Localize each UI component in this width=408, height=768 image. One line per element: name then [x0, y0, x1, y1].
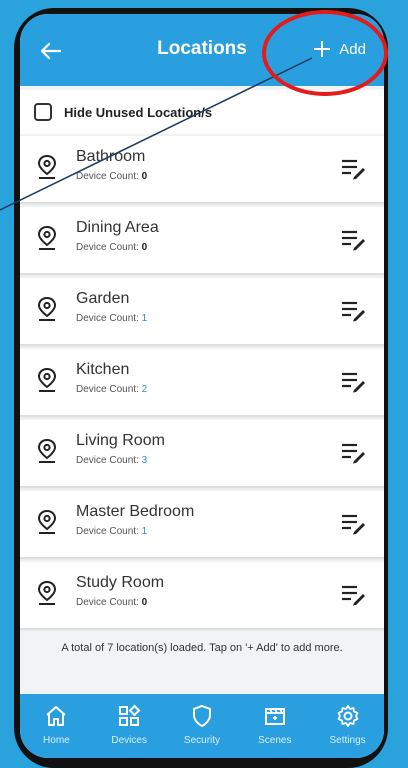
edit-list-icon: [342, 301, 365, 322]
pin-wrap: [36, 367, 58, 393]
location-name: Study Room: [76, 574, 165, 591]
pin-wrap: [36, 154, 58, 180]
device-count: Device Count: 3: [76, 455, 147, 466]
edit-location-button[interactable]: [340, 298, 366, 322]
device-count-label: Device Count:: [76, 597, 139, 608]
location-pin-icon: [37, 580, 57, 605]
location-name: Dining Area: [76, 219, 159, 236]
edit-location-button[interactable]: [340, 369, 366, 393]
pin-wrap: [36, 438, 58, 464]
location-pin-icon: [37, 438, 57, 463]
pin-wrap: [36, 509, 58, 535]
annotation-circle: [262, 10, 388, 96]
device-count-label: Device Count:: [76, 526, 139, 537]
hide-unused-row[interactable]: Hide Unused Location/s: [20, 90, 384, 134]
device-count-label: Device Count:: [76, 455, 139, 466]
location-pin-icon: [37, 509, 57, 534]
edit-list-icon: [342, 585, 365, 606]
device-count: Device Count: 1: [76, 526, 147, 537]
devices-icon: [119, 704, 141, 726]
location-pin-icon: [37, 367, 57, 392]
device-count: Device Count: 2: [76, 384, 147, 395]
edit-list-icon: [342, 159, 365, 180]
device-count: Device Count: 0: [76, 242, 147, 253]
device-count-value: 1: [141, 526, 148, 537]
bottom-navigation: Home Devices Security Scenes Settings: [20, 694, 384, 758]
edit-location-button[interactable]: [340, 156, 366, 180]
location-item[interactable]: Study Room Device Count: 0: [20, 562, 384, 629]
device-count-value: 3: [141, 455, 148, 466]
footer-note: A total of 7 location(s) loaded. Tap on …: [61, 642, 343, 654]
edit-location-button[interactable]: [340, 511, 366, 535]
nav-label: Settings: [329, 735, 366, 746]
location-item[interactable]: Bathroom Device Count: 0: [20, 136, 384, 203]
device-count: Device Count: 0: [76, 597, 147, 608]
edit-list-icon: [342, 230, 365, 251]
device-count: Device Count: 0: [76, 171, 147, 182]
pin-wrap: [36, 580, 58, 606]
nav-item-security[interactable]: Security: [172, 694, 232, 746]
app-screen: Locations Add Hide Unused Location/s Bat…: [20, 14, 384, 758]
location-pin-icon: [37, 225, 57, 250]
device-count-value: 1: [141, 313, 148, 324]
edit-location-button[interactable]: [340, 227, 366, 251]
location-pin-icon: [37, 154, 57, 179]
pin-wrap: [36, 225, 58, 251]
location-name: Living Room: [76, 432, 165, 449]
nav-item-home[interactable]: Home: [26, 694, 86, 746]
hide-unused-checkbox[interactable]: [34, 103, 52, 121]
device-count-label: Device Count:: [76, 313, 139, 324]
edit-location-button[interactable]: [340, 582, 366, 606]
device-count-label: Device Count:: [76, 242, 139, 253]
device-count-label: Device Count:: [76, 384, 139, 395]
shield-icon: [192, 704, 211, 728]
home-icon: [46, 706, 67, 726]
edit-list-icon: [342, 372, 365, 393]
device-count-value: 0: [141, 242, 148, 253]
location-pin-icon: [37, 296, 57, 321]
device-count-label: Device Count:: [76, 171, 139, 182]
nav-label: Scenes: [258, 735, 292, 746]
edit-location-button[interactable]: [340, 440, 366, 464]
scenes-icon: [264, 708, 285, 725]
nav-item-settings[interactable]: Settings: [318, 694, 378, 746]
device-count-value: 0: [141, 171, 148, 182]
nav-item-devices[interactable]: Devices: [99, 694, 159, 746]
location-list: Bathroom Device Count: 0 Dining Area Device…: [20, 136, 384, 633]
location-name: Bathroom: [76, 148, 146, 165]
nav-item-scenes[interactable]: Scenes: [245, 694, 305, 746]
hide-unused-label: Hide Unused Location/s: [64, 104, 213, 120]
location-item[interactable]: Master Bedroom Device Count: 1: [20, 491, 384, 558]
nav-label: Devices: [111, 735, 147, 746]
location-name: Master Bedroom: [76, 503, 195, 520]
edit-list-icon: [342, 514, 365, 535]
location-item[interactable]: Garden Device Count: 1: [20, 278, 384, 345]
device-count-value: 0: [141, 597, 148, 608]
location-item[interactable]: Living Room Device Count: 3: [20, 420, 384, 487]
pin-wrap: [36, 296, 58, 322]
location-item[interactable]: Dining Area Device Count: 0: [20, 207, 384, 274]
location-item[interactable]: Kitchen Device Count: 2: [20, 349, 384, 416]
device-count-value: 2: [141, 384, 148, 395]
edit-list-icon: [342, 443, 365, 464]
nav-label: Security: [183, 735, 221, 746]
location-name: Garden: [76, 290, 130, 307]
device-count: Device Count: 1: [76, 313, 147, 324]
location-name: Kitchen: [76, 361, 130, 378]
nav-label: Home: [43, 735, 70, 746]
gear-icon: [337, 705, 358, 727]
